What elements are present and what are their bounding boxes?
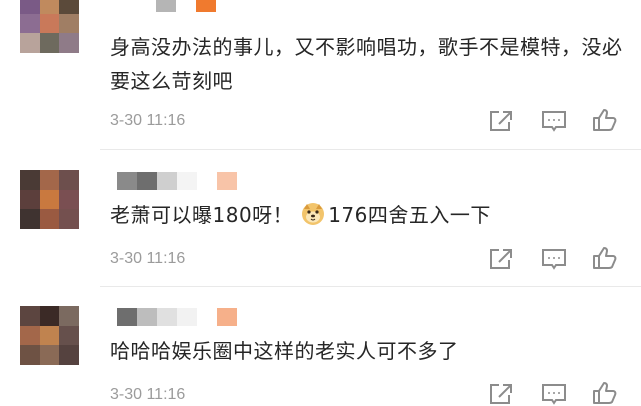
divider: [100, 149, 641, 150]
comment-text-part: 176四舍五入一下: [328, 203, 491, 227]
comment-text-part: 老萧可以曝180呀！: [110, 203, 294, 227]
username-pixel: [157, 308, 177, 326]
avatar-pixel: [39, 306, 60, 326]
avatar[interactable]: [20, 306, 79, 365]
avatar-pixel: [20, 189, 40, 210]
share-icon[interactable]: [488, 109, 514, 133]
thumbs-up-icon[interactable]: [592, 108, 618, 132]
avatar-pixel: [59, 13, 79, 34]
avatar-pixel: [59, 189, 79, 210]
comment-text: 身高没办法的事儿，又不影响唱功，歌手不是模特，没必要这么苛刻吧: [110, 35, 623, 93]
username-pixel: [217, 172, 237, 190]
comment-text: 哈哈哈娱乐圈中这样的老实人可不多了: [110, 339, 459, 363]
username-pixel: [117, 308, 137, 326]
thumbs-up-icon[interactable]: [592, 246, 618, 270]
avatar-pixel: [20, 209, 40, 229]
avatar-pixel: [39, 0, 60, 14]
comment-text: 老萧可以曝180呀！ 176四舍五入一下: [110, 198, 630, 232]
avatar[interactable]: [20, 0, 79, 53]
avatar-pixel: [39, 325, 60, 346]
comment-icon[interactable]: [541, 382, 567, 406]
username-pixel: [177, 308, 197, 326]
share-icon[interactable]: [488, 247, 514, 271]
username-pixel: [217, 308, 237, 326]
doge-emoji-icon: [301, 202, 325, 226]
username-pixel: [117, 172, 137, 190]
avatar-pixel: [39, 189, 60, 210]
username[interactable]: [117, 172, 237, 190]
username-pixel: [137, 308, 157, 326]
avatar-pixel: [39, 209, 60, 229]
avatar-pixel: [39, 33, 60, 53]
username-pixel: [197, 308, 217, 326]
avatar-pixel: [20, 13, 40, 34]
comment-item: 老萧可以曝180呀！ 176四舍五入一下 3-30 11:16: [0, 160, 641, 280]
comment-time: 3-30 11:16: [110, 250, 186, 267]
divider: [100, 286, 641, 287]
avatar-pixel: [20, 306, 40, 326]
avatar-pixel: [59, 0, 79, 14]
username-pixel: [137, 172, 157, 190]
username-pixel: [177, 172, 197, 190]
username-pixel: [176, 0, 196, 12]
thumbs-up-icon[interactable]: [592, 381, 618, 405]
share-icon[interactable]: [488, 382, 514, 406]
username-pixel: [196, 0, 216, 12]
comment-time: 3-30 11:16: [110, 386, 186, 403]
comment-icon[interactable]: [541, 247, 567, 271]
avatar-pixel: [20, 33, 40, 53]
username-pixel: [197, 172, 217, 190]
username-pixel: [136, 0, 156, 12]
comment-time: 3-30 11:16: [110, 112, 186, 129]
avatar-pixel: [59, 170, 79, 190]
avatar-pixel: [20, 325, 40, 346]
avatar[interactable]: [20, 170, 79, 229]
avatar-pixel: [39, 13, 60, 34]
comment-item: 身高没办法的事儿，又不影响唱功，歌手不是模特，没必要这么苛刻吧 3-30 11:…: [0, 0, 641, 140]
avatar-pixel: [20, 170, 40, 190]
avatar-pixel: [39, 345, 60, 365]
username-pixel: [156, 0, 176, 12]
username-pixel: [157, 172, 177, 190]
comment-icon[interactable]: [541, 109, 567, 133]
avatar-pixel: [59, 33, 79, 53]
avatar-pixel: [59, 209, 79, 229]
username[interactable]: [117, 308, 237, 326]
username[interactable]: [136, 0, 216, 12]
avatar-pixel: [20, 345, 40, 365]
avatar-pixel: [20, 0, 40, 14]
avatar-pixel: [39, 170, 60, 190]
avatar-pixel: [59, 345, 79, 365]
avatar-pixel: [59, 325, 79, 346]
avatar-pixel: [59, 306, 79, 326]
comment-item: 哈哈哈娱乐圈中这样的老实人可不多了 3-30 11:16: [0, 296, 641, 405]
